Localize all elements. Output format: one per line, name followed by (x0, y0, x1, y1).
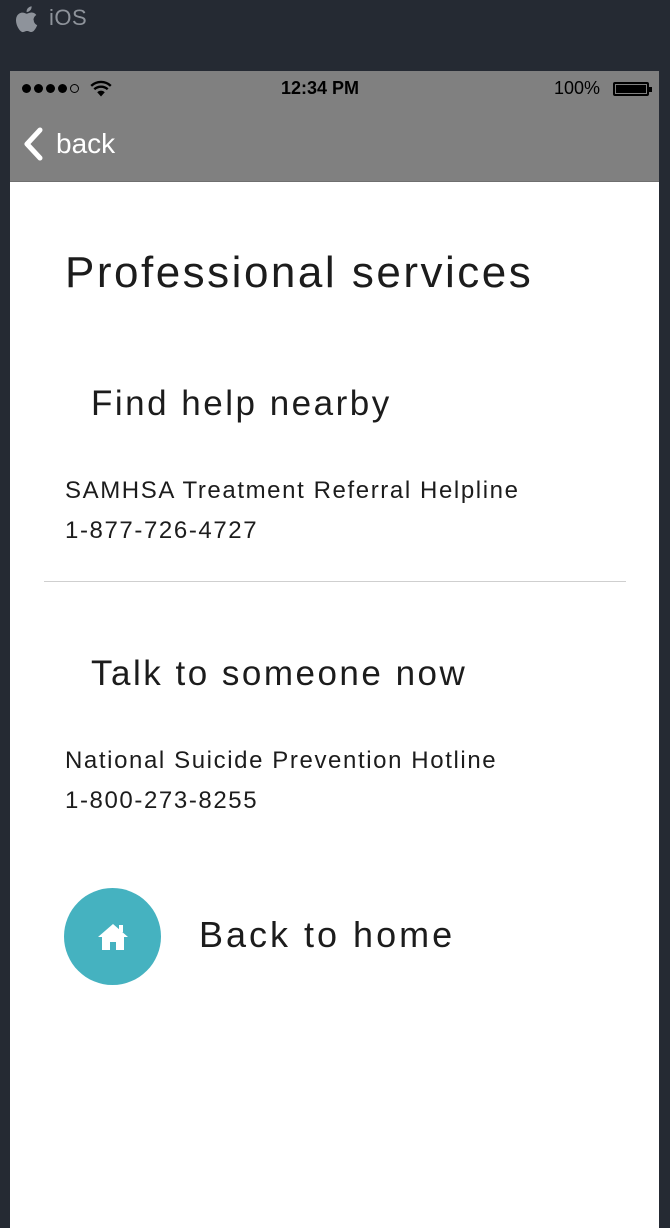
section-heading-find-help: Find help nearby (91, 384, 392, 423)
helpline-org-name: SAMHSA Treatment Referral Helpline (65, 477, 520, 504)
status-time: 12:34 PM (280, 78, 360, 98)
os-bar: iOS (0, 0, 670, 70)
hotline-phone-link[interactable]: 1-800-273-8255 (65, 787, 258, 815)
battery-icon (613, 82, 652, 96)
page-title: Professional services (65, 248, 534, 297)
section-divider (44, 581, 626, 582)
home-icon (97, 923, 128, 950)
hotline-org-name: National Suicide Prevention Hotline (65, 747, 498, 774)
phone-screen: 12:34 PM 100% back Professional services… (10, 71, 659, 1228)
chevron-left-icon (24, 127, 43, 161)
home-button[interactable] (64, 888, 161, 985)
section-heading-talk-now: Talk to someone now (91, 654, 468, 693)
apple-logo-icon (16, 6, 38, 33)
os-label: iOS (49, 5, 88, 30)
back-to-home-link[interactable]: Back to home (199, 914, 455, 956)
back-label: back (56, 128, 116, 159)
back-button[interactable]: back (22, 124, 115, 164)
battery-percent: 100% (553, 78, 600, 98)
app-header: 12:34 PM 100% back (10, 71, 659, 182)
helpline-phone-link[interactable]: 1-877-726-4727 (65, 517, 258, 545)
